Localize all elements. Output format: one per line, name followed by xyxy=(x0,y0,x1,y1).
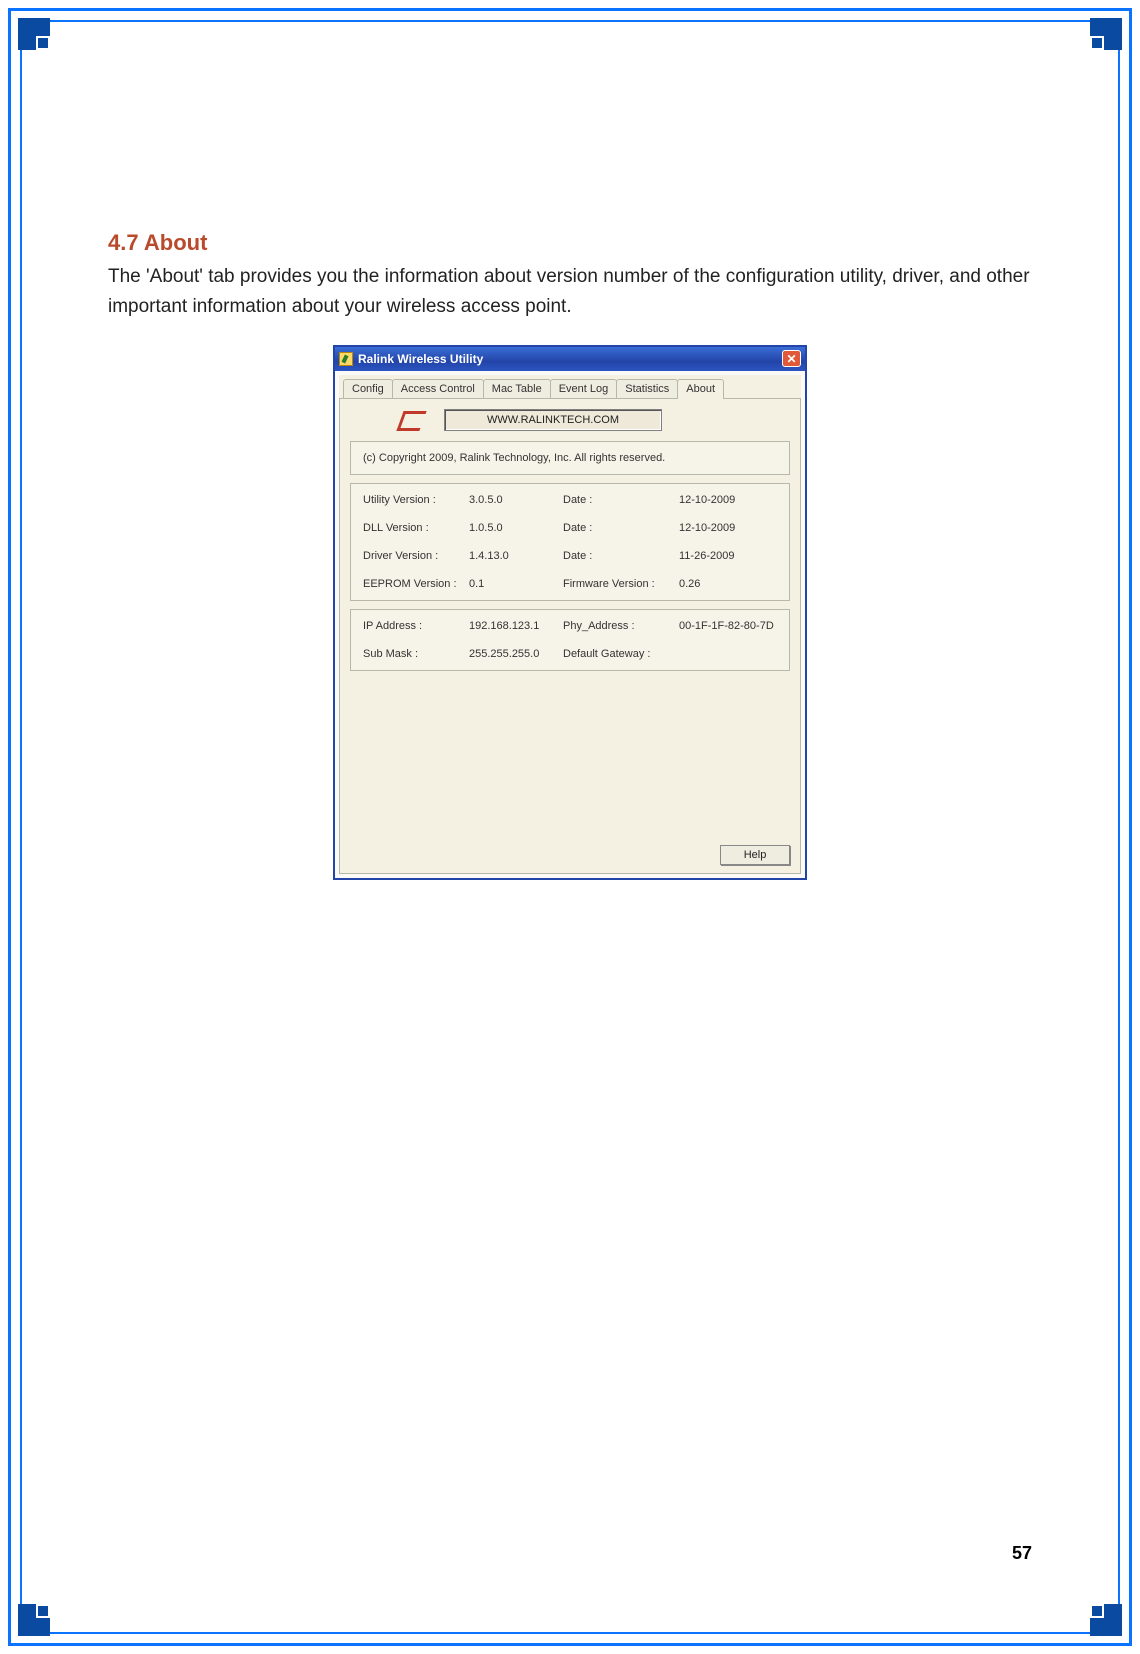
tab-strip: Config Access Control Mac Table Event Lo… xyxy=(339,375,801,399)
tab-event-log[interactable]: Event Log xyxy=(550,379,618,398)
label-utility-date: Date : xyxy=(563,494,673,506)
label-driver-date: Date : xyxy=(563,550,673,562)
value-dll-version: 1.0.5.0 xyxy=(469,522,557,534)
page-corner xyxy=(1090,1604,1122,1636)
titlebar: Ralink Wireless Utility ✕ xyxy=(335,347,805,371)
page-corner xyxy=(18,18,50,50)
page-content: 4.7 About The 'About' tab provides you t… xyxy=(108,230,1032,880)
app-icon xyxy=(339,352,353,366)
window-title: Ralink Wireless Utility xyxy=(358,352,777,366)
copyright-text: (c) Copyright 2009, Ralink Technology, I… xyxy=(363,452,665,464)
url-button[interactable]: WWW.RALINKTECH.COM xyxy=(444,409,662,431)
label-ip-address: IP Address : xyxy=(363,620,463,632)
tab-config[interactable]: Config xyxy=(343,379,393,398)
help-button[interactable]: Help xyxy=(720,845,790,865)
value-phy-address: 00-1F-1F-82-80-7D xyxy=(679,620,777,632)
tab-statistics[interactable]: Statistics xyxy=(616,379,678,398)
app-window: Ralink Wireless Utility ✕ Config Access … xyxy=(333,345,807,880)
label-phy-address: Phy_Address : xyxy=(563,620,673,632)
tab-about[interactable]: About xyxy=(677,379,724,399)
label-eeprom-version: EEPROM Version : xyxy=(363,578,463,590)
tab-body-about: WWW.RALINKTECH.COM (c) Copyright 2009, R… xyxy=(339,399,801,874)
label-driver-version: Driver Version : xyxy=(363,550,463,562)
section-heading: 4.7 About xyxy=(108,230,1032,256)
value-ip-address: 192.168.123.1 xyxy=(469,620,557,632)
value-firmware-version: 0.26 xyxy=(679,578,777,590)
close-icon: ✕ xyxy=(786,352,796,366)
value-sub-mask: 255.255.255.0 xyxy=(469,648,557,660)
value-driver-version: 1.4.13.0 xyxy=(469,550,557,562)
versions-panel: Utility Version : 3.0.5.0 Date : 12-10-2… xyxy=(350,483,790,601)
network-panel: IP Address : 192.168.123.1 Phy_Address :… xyxy=(350,609,790,671)
section-paragraph: The 'About' tab provides you the informa… xyxy=(108,262,1032,323)
tab-mac-table[interactable]: Mac Table xyxy=(483,379,551,398)
tab-access-control[interactable]: Access Control xyxy=(392,379,484,398)
ralink-logo-icon xyxy=(398,409,424,431)
value-eeprom-version: 0.1 xyxy=(469,578,557,590)
page-number: 57 xyxy=(1012,1543,1032,1564)
value-utility-version: 3.0.5.0 xyxy=(469,494,557,506)
label-dll-version: DLL Version : xyxy=(363,522,463,534)
page-corner xyxy=(18,1604,50,1636)
close-button[interactable]: ✕ xyxy=(782,350,801,367)
label-dll-date: Date : xyxy=(563,522,673,534)
copyright-panel: (c) Copyright 2009, Ralink Technology, I… xyxy=(350,441,790,475)
value-driver-date: 11-26-2009 xyxy=(679,550,777,562)
client-area: Config Access Control Mac Table Event Lo… xyxy=(335,371,805,878)
value-utility-date: 12-10-2009 xyxy=(679,494,777,506)
label-utility-version: Utility Version : xyxy=(363,494,463,506)
page-corner xyxy=(1090,18,1122,50)
label-sub-mask: Sub Mask : xyxy=(363,648,463,660)
label-default-gateway: Default Gateway : xyxy=(563,648,673,660)
label-firmware-version: Firmware Version : xyxy=(563,578,673,590)
value-dll-date: 12-10-2009 xyxy=(679,522,777,534)
